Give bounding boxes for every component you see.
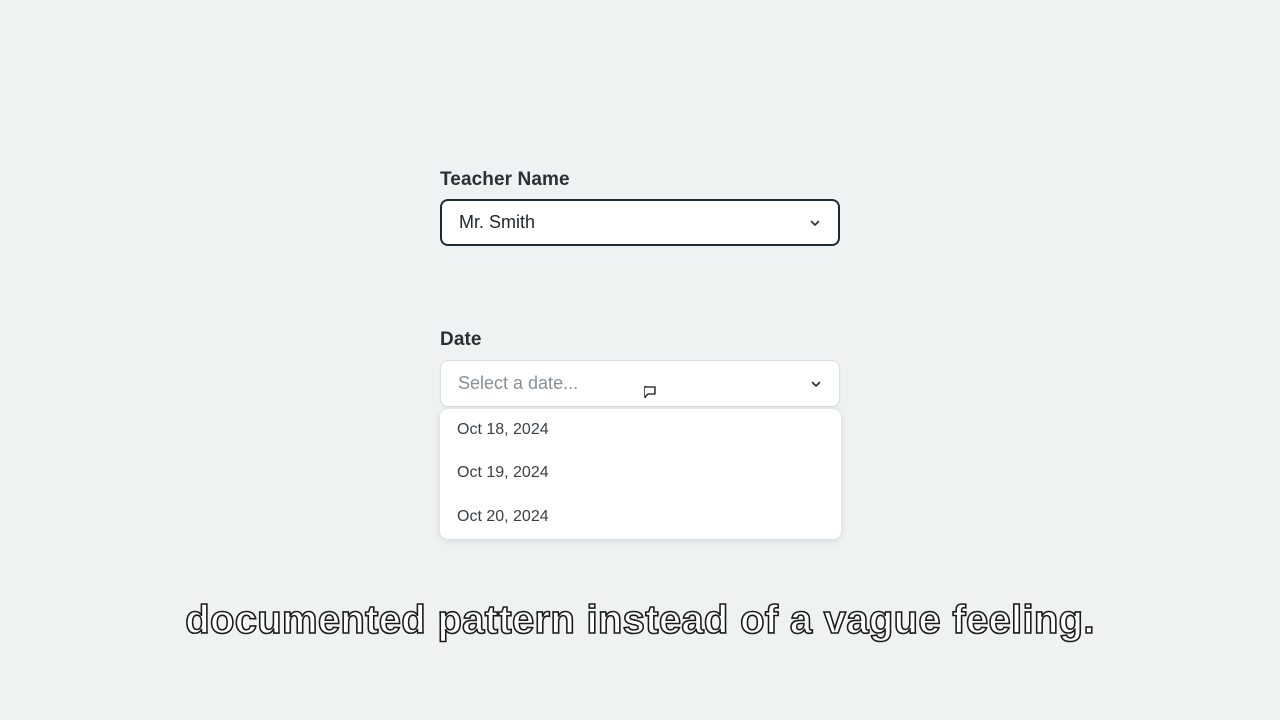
date-dropdown-menu: Oct 18, 2024 Oct 19, 2024 Oct 20, 2024 bbox=[440, 409, 841, 539]
teacher-name-select[interactable]: Mr. Smith bbox=[440, 199, 840, 246]
date-option[interactable]: Oct 20, 2024 bbox=[457, 508, 549, 526]
date-option[interactable]: Oct 19, 2024 bbox=[457, 464, 549, 482]
date-option[interactable]: Oct 18, 2024 bbox=[457, 421, 549, 439]
date-select[interactable]: Select a date... bbox=[440, 360, 840, 407]
date-placeholder: Select a date... bbox=[458, 373, 579, 393]
subtitle-caption: documented pattern instead of a vague fe… bbox=[184, 597, 1095, 643]
chevron-down-icon bbox=[811, 381, 821, 387]
date-label: Date bbox=[440, 329, 482, 350]
teacher-name-label: Teacher Name bbox=[440, 169, 570, 190]
teacher-name-value: Mr. Smith bbox=[459, 212, 536, 232]
flag-cursor-icon bbox=[644, 386, 656, 398]
chevron-down-icon bbox=[810, 220, 820, 226]
form-stage: Teacher Name Mr. Smith Date Select a dat… bbox=[0, 0, 1280, 720]
